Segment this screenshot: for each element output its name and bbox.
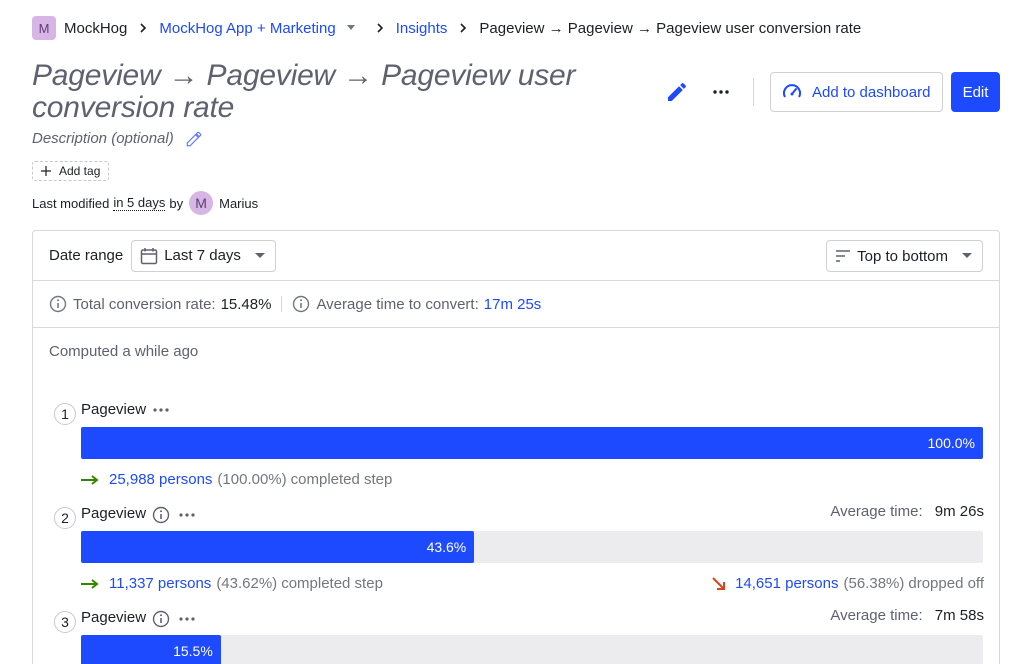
caret-down-icon[interactable] [346,25,356,31]
info-icon[interactable] [49,295,67,313]
description-field[interactable]: Description (optional) [32,130,174,147]
chevron-right-icon [127,22,159,34]
step-bar[interactable]: 15.5% [81,635,983,664]
arrow-right-icon [81,474,99,485]
edit-button[interactable]: Edit [951,72,1000,112]
avatar: M [189,191,214,215]
conversion-stats: Total conversion rate: 15.48% Average ti… [33,281,999,328]
step-name: Pageview [81,609,147,626]
add-to-dashboard-label: Add to dashboard [812,83,931,101]
divider [753,78,754,106]
arrow-right-icon [81,578,99,589]
step-name: Pageview [81,505,147,522]
plus-icon [41,166,51,176]
more-options-icon[interactable] [178,610,196,628]
avg-time-value: 9m 26s [934,503,984,520]
completed-note: completed step [290,471,393,488]
step-number: 3 [54,611,76,633]
step-bar-label: 100.0% [927,435,975,451]
completed-percent: (100.00%) [217,471,287,488]
step-completed: 11,337 persons (43.62%) completed step [81,575,383,592]
insight-title[interactable]: Pageview → Pageview → Pageview user conv… [32,60,632,124]
pencil-icon[interactable] [665,80,689,104]
divider [281,296,283,312]
total-conversion-value: 15.48% [220,295,272,313]
step-name: Pageview [81,401,147,418]
breadcrumb-insights[interactable]: Insights [396,20,448,37]
avg-time-value: 7m 58s [934,607,984,624]
date-range-label: Date range [49,247,124,264]
pencil-icon[interactable] [185,130,203,148]
last-modified: Last modified in 5 days by M Marius [32,191,258,215]
add-tag-label: Add tag [59,164,101,178]
step-bar[interactable]: 43.6% [81,531,983,563]
last-modified-time: in 5 days [113,195,166,211]
more-options-icon[interactable] [152,401,170,419]
step-order-value: Top to bottom [857,247,948,265]
step-bar[interactable]: 100.0% [81,427,983,459]
funnel-step: 3 Pageview Average time: 7m 58s 15.5% [54,607,984,664]
completed-percent: (43.62%) [216,575,278,592]
info-icon[interactable] [152,610,170,628]
completed-persons-link[interactable]: 25,988 persons [109,471,212,488]
dashboard-gauge-icon [782,82,802,102]
step-number: 2 [54,507,76,529]
more-options-icon[interactable] [709,80,733,104]
funnel-step: 2 Pageview Average time: 9m 26s 43.6% 11… [54,503,984,593]
step-number: 1 [54,403,76,425]
caret-down-icon [962,253,972,259]
dropped-percent: (56.38%) [843,575,905,592]
breadcrumb-project[interactable]: MockHog App + Marketing [159,20,335,37]
arrow-down-right-icon [711,576,727,592]
funnel-step: 1 Pageview 100.0% 25,988 persons (100.00… [54,399,984,489]
date-range-select[interactable]: Last 7 days [131,239,276,272]
breadcrumb-org[interactable]: MockHog [64,20,127,37]
total-conversion-label: Total conversion rate: [73,295,216,313]
breadcrumb: M MockHog MockHog App + Marketing Insigh… [32,16,861,40]
chevron-right-icon [447,22,479,34]
org-avatar[interactable]: M [32,16,56,40]
breadcrumb-current: Pageview → Pageview → Pageview user conv… [479,19,862,37]
step-bar-label: 15.5% [173,643,213,659]
avg-time-label: Average time: [830,503,923,520]
sort-icon [835,249,851,263]
step-dropped: 14,651 persons (56.38%) dropped off [711,575,984,592]
step-bar-label: 43.6% [426,539,467,555]
dropped-note: dropped off [908,575,984,592]
last-modified-user: Marius [219,195,259,211]
funnel-filters: Date range Last 7 days Top to bottom [33,231,999,281]
step-order-select[interactable]: Top to bottom [826,240,983,272]
last-modified-prefix: Last modified [32,195,110,211]
avg-time-label: Average time to convert: [316,295,479,313]
funnel-card: Date range Last 7 days Top to bottom Tot… [32,230,1000,664]
completed-persons-link[interactable]: 11,337 persons [109,575,211,592]
info-icon[interactable] [292,295,310,313]
add-tag-button[interactable]: Add tag [32,161,110,181]
more-options-icon[interactable] [178,506,196,524]
date-range-value: Last 7 days [164,247,241,264]
add-to-dashboard-button[interactable]: Add to dashboard [770,72,943,112]
step-avg-time: Average time: 7m 58s [830,607,984,624]
info-icon[interactable] [152,506,170,524]
step-avg-time: Average time: 9m 26s [830,503,984,520]
computed-status: Computed a while ago [49,343,199,360]
avg-time-value[interactable]: 17m 25s [484,296,542,313]
calendar-icon [140,247,158,265]
last-modified-by: by [169,195,184,211]
caret-down-icon [254,252,265,259]
avg-time-label: Average time: [830,607,923,624]
step-completed: 25,988 persons (100.00%) completed step [81,471,392,488]
chevron-right-icon [364,22,396,34]
dropped-persons-link[interactable]: 14,651 persons [735,575,838,592]
completed-note: completed step [281,575,383,592]
